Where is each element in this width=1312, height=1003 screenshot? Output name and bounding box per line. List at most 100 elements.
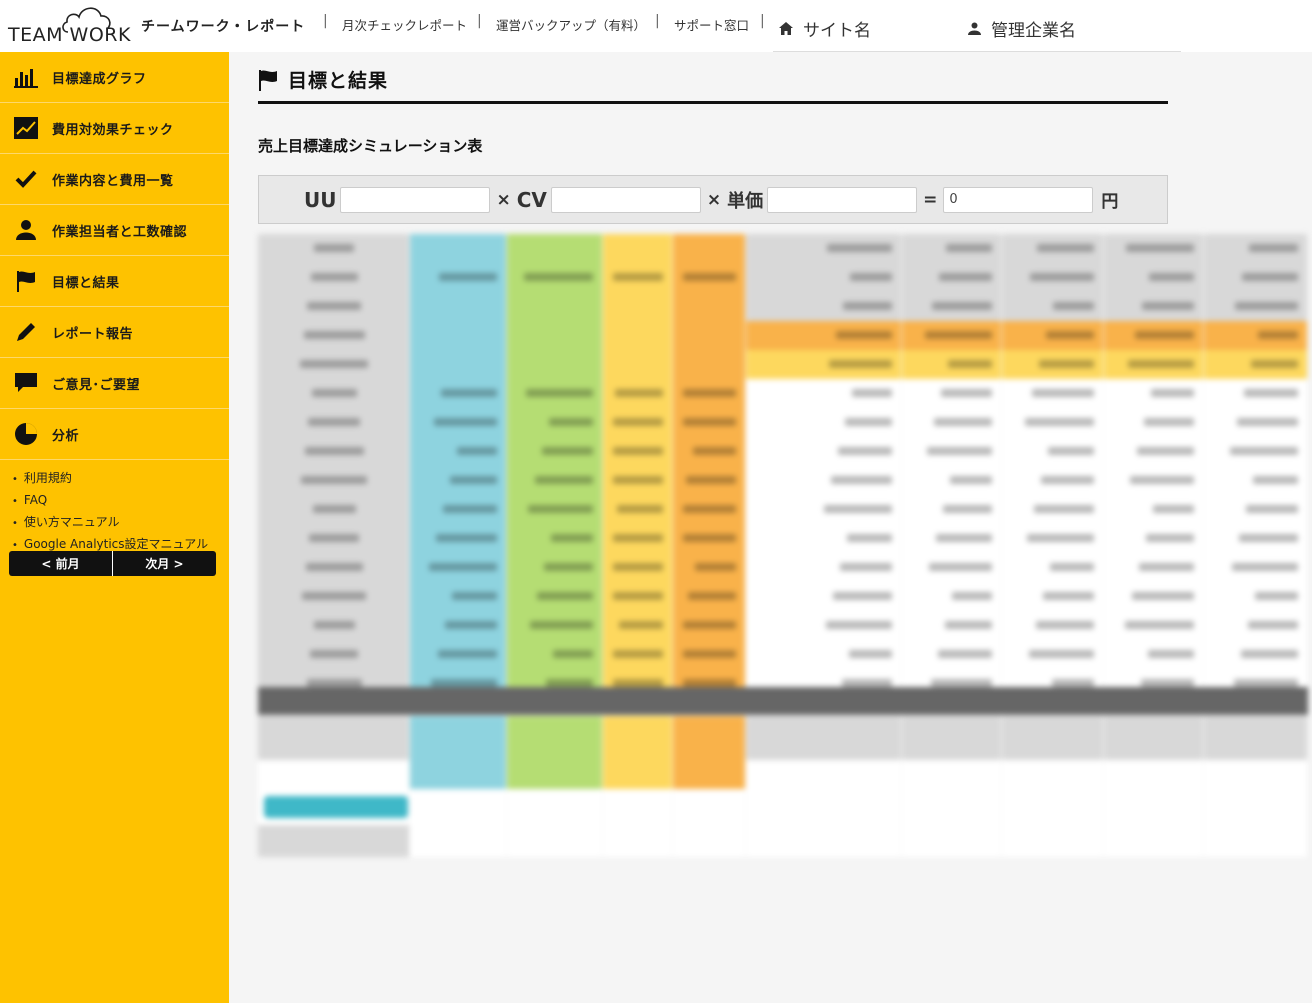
table-cell [507,760,602,789]
table-cell [1104,350,1203,379]
prev-month-button[interactable]: < 前月 [9,551,113,576]
sidebar-item-report[interactable]: レポート報告 [0,307,229,358]
link-faq[interactable]: FAQ [12,490,229,512]
table-cell [1002,263,1103,292]
add-row-button[interactable] [264,796,408,818]
table-cell [673,408,745,437]
table-cell [673,553,745,582]
section-title: 売上目標達成シミュレーション表 [258,137,483,155]
unit-price-input[interactable] [767,186,918,213]
table-cell [1104,321,1203,350]
table-cell [1204,582,1307,611]
table-cell [746,379,901,408]
table-cell [603,350,672,379]
table-cell [902,263,1001,292]
sidebar-item-staff-hours[interactable]: 作業担当者と工数確認 [0,205,229,256]
table-cell [746,582,901,611]
table-row [258,611,1308,640]
table-cell [410,611,506,640]
cv-input[interactable] [550,186,701,213]
section-divider-bar [258,687,1308,715]
simulation-calculator: UU × CV × 単価 = 円 [258,175,1168,224]
table-cell [1204,437,1307,466]
logo[interactable]: TEAM WORK [8,4,138,48]
table-cell [258,716,409,760]
site-info-bar: サイト名 管理企業名 [773,2,1181,52]
sidebar-item-feedback[interactable]: ご意見･ご要望 [0,358,229,409]
sidebar-item-label: 目標と結果 [52,275,120,291]
sidebar-item-analysis[interactable]: 分析 [0,409,229,460]
table-cell [746,716,901,760]
table-cell [410,466,506,495]
table-cell [258,495,409,524]
table-cell [410,350,506,379]
table-row [258,582,1308,611]
link-terms[interactable]: 利用規約 [12,468,229,490]
page-title-text: 目標と結果 [288,70,389,92]
equals-sign: = [923,189,938,210]
company-name[interactable]: 管理企業名 [968,16,1076,41]
table-cell [410,825,506,857]
table-cell [1002,321,1103,350]
table-cell [258,408,409,437]
sidebar-item-goal-result[interactable]: 目標と結果 [0,256,229,307]
table-cell [1104,379,1203,408]
table-cell [1204,292,1307,321]
table-cell [258,524,409,553]
sidebar-item-work-cost[interactable]: 作業内容と費用一覧 [0,154,229,205]
nav-monthly-report[interactable]: 月次チェックレポート [342,15,467,34]
table-cell [902,292,1001,321]
table-cell [1002,466,1103,495]
nav-support[interactable]: サポート窓口 [674,15,749,34]
table-cell [258,379,409,408]
table-cell [902,524,1001,553]
table-cell [1104,495,1203,524]
sidebar-item-goal-graph[interactable]: 目標達成グラフ [0,52,229,103]
brand-title: チームワーク・レポート [141,19,306,35]
table-cell [1204,640,1307,669]
table-cell [1002,640,1103,669]
nav-backup[interactable]: 運営バックアップ（有料） [496,15,646,34]
table-cell [507,553,602,582]
table-cell [1104,716,1203,760]
link-manual[interactable]: 使い方マニュアル [12,512,229,534]
table-cell [258,825,409,857]
table-cell [258,350,409,379]
table-cell [507,321,602,350]
bar-chart-icon [0,66,52,88]
table-cell [507,825,602,857]
table-cell [902,553,1001,582]
table-cell [603,234,672,263]
uu-label: UU [304,187,337,212]
sidebar-item-label: 目標達成グラフ [52,71,147,87]
cv-label: CV [516,187,547,212]
table-row [258,495,1308,524]
table-row [258,640,1308,669]
table-cell [507,716,602,760]
table-cell [1204,825,1307,857]
table-cell [410,379,506,408]
table-cell [507,582,602,611]
sidebar-item-label: レポート報告 [52,326,134,342]
table-cell [1204,321,1307,350]
table-cell [1002,760,1103,789]
table-cell [902,437,1001,466]
table-cell [258,466,409,495]
uu-input[interactable] [340,186,491,213]
table-cell [902,582,1001,611]
table-cell [410,716,506,760]
table-cell [410,640,506,669]
result-output [943,186,1094,213]
site-name[interactable]: サイト名 [779,16,871,41]
table-cell [603,760,672,789]
nav-separator: | [323,13,328,29]
table-cell [902,640,1001,669]
table-cell [1104,437,1203,466]
table-cell [1104,408,1203,437]
table-cell [603,437,672,466]
table-cell [603,553,672,582]
next-month-button[interactable]: 次月 > [113,551,216,576]
sidebar-item-cost-effect[interactable]: 費用対効果チェック [0,103,229,154]
table-cell [1002,553,1103,582]
comment-icon [0,373,52,393]
